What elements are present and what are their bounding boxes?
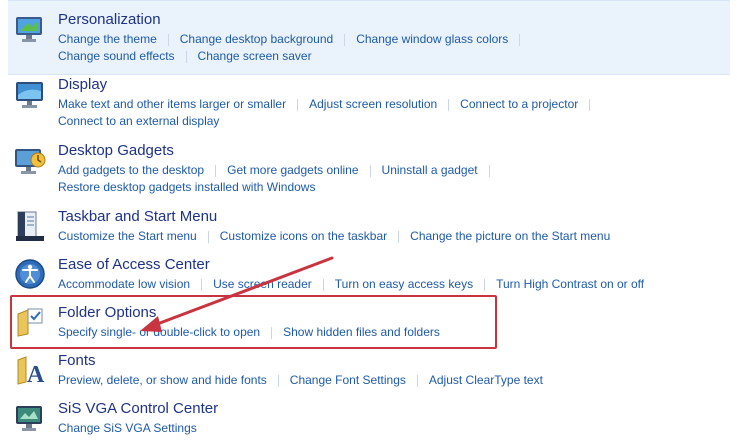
link-change-sis-vga-settings[interactable]: Change SiS VGA Settings bbox=[58, 421, 197, 435]
link-change-font-settings[interactable]: Change Font Settings bbox=[290, 373, 406, 387]
link-separator bbox=[167, 33, 169, 46]
link-separator bbox=[344, 33, 346, 46]
link-change-screen-saver[interactable]: Change screen saver bbox=[198, 49, 312, 63]
ease-of-access-icon[interactable] bbox=[14, 258, 46, 290]
link-easy-access-keys[interactable]: Turn on easy access keys bbox=[335, 277, 473, 291]
link-adjust-screen-resolution[interactable]: Adjust screen resolution bbox=[309, 97, 437, 111]
link-change-sound-effects[interactable]: Change sound effects bbox=[58, 49, 175, 63]
link-separator bbox=[398, 230, 400, 243]
category-display: Display Make text and other items larger… bbox=[8, 76, 730, 136]
link-separator bbox=[416, 374, 418, 387]
link-preview-delete-fonts[interactable]: Preview, delete, or show and hide fonts bbox=[58, 373, 267, 387]
ease-of-access-links: Accommodate low vision Use screen reader T… bbox=[58, 276, 644, 293]
category-taskbar-start-menu: Taskbar and Start Menu Customize the Sta… bbox=[8, 208, 730, 252]
link-uninstall-gadget[interactable]: Uninstall a gadget bbox=[382, 163, 478, 177]
category-personalization: Personalization Change the theme Change d… bbox=[8, 0, 730, 75]
link-separator bbox=[201, 278, 203, 291]
desktop-gadgets-title[interactable]: Desktop Gadgets bbox=[58, 142, 174, 159]
link-adjust-cleartype[interactable]: Adjust ClearType text bbox=[429, 373, 543, 387]
link-separator bbox=[207, 230, 209, 243]
fonts-links: Preview, delete, or show and hide fonts C… bbox=[58, 372, 543, 389]
sis-vga-icon[interactable] bbox=[14, 402, 46, 434]
link-get-more-gadgets[interactable]: Get more gadgets online bbox=[227, 163, 358, 177]
link-customize-start-menu[interactable]: Customize the Start menu bbox=[58, 229, 197, 243]
link-separator bbox=[519, 33, 521, 46]
link-separator bbox=[488, 164, 490, 177]
link-change-desktop-background[interactable]: Change desktop background bbox=[180, 32, 333, 46]
display-title[interactable]: Display bbox=[58, 76, 107, 93]
link-customize-taskbar-icons[interactable]: Customize icons on the taskbar bbox=[220, 229, 387, 243]
fonts-title[interactable]: Fonts bbox=[58, 352, 96, 369]
category-ease-of-access: Ease of Access Center Accommodate low vi… bbox=[8, 256, 730, 298]
link-separator bbox=[297, 98, 299, 111]
link-separator bbox=[369, 164, 371, 177]
link-separator bbox=[215, 164, 217, 177]
link-separator bbox=[448, 98, 450, 111]
link-restore-gadgets[interactable]: Restore desktop gadgets installed with W… bbox=[58, 180, 315, 194]
taskbar-start-menu-title[interactable]: Taskbar and Start Menu bbox=[58, 208, 217, 225]
link-high-contrast[interactable]: Turn High Contrast on or off bbox=[496, 277, 644, 291]
category-fonts: A Fonts Preview, delete, or show and hid… bbox=[8, 352, 730, 394]
desktop-gadgets-links: Add gadgets to the desktop Get more gadge… bbox=[58, 162, 501, 196]
link-connect-external-display[interactable]: Connect to an external display bbox=[58, 114, 219, 128]
link-separator bbox=[322, 278, 324, 291]
link-change-the-theme[interactable]: Change the theme bbox=[58, 32, 157, 46]
link-separator bbox=[589, 98, 591, 111]
monitor-paint-icon[interactable] bbox=[14, 13, 46, 45]
link-separator bbox=[484, 278, 486, 291]
category-desktop-gadgets: Desktop Gadgets Add gadgets to the deskt… bbox=[8, 142, 730, 202]
fonts-icon[interactable]: A bbox=[14, 354, 46, 388]
ease-of-access-title[interactable]: Ease of Access Center bbox=[58, 256, 210, 273]
display-links: Make text and other items larger or smal… bbox=[58, 96, 601, 130]
sis-vga-links: Change SiS VGA Settings bbox=[58, 420, 197, 437]
link-add-gadgets[interactable]: Add gadgets to the desktop bbox=[58, 163, 204, 177]
sis-vga-title[interactable]: SiS VGA Control Center bbox=[58, 400, 218, 417]
annotation-highlight-box bbox=[10, 295, 497, 349]
link-make-text-larger[interactable]: Make text and other items larger or smal… bbox=[58, 97, 286, 111]
link-change-start-menu-picture[interactable]: Change the picture on the Start menu bbox=[410, 229, 610, 243]
control-panel-category-list: Personalization Change the theme Change d… bbox=[0, 0, 737, 443]
link-accommodate-low-vision[interactable]: Accommodate low vision bbox=[58, 277, 190, 291]
gadgets-icon[interactable] bbox=[14, 145, 46, 177]
display-icon[interactable] bbox=[14, 79, 46, 111]
personalization-title[interactable]: Personalization bbox=[58, 11, 161, 28]
link-separator bbox=[277, 374, 279, 387]
taskbar-icon[interactable] bbox=[14, 210, 46, 242]
link-connect-to-projector[interactable]: Connect to a projector bbox=[460, 97, 578, 111]
link-use-screen-reader[interactable]: Use screen reader bbox=[213, 277, 312, 291]
link-change-window-glass-colors[interactable]: Change window glass colors bbox=[356, 32, 508, 46]
taskbar-links: Customize the Start menu Customize icons … bbox=[58, 228, 610, 245]
category-sis-vga: SiS VGA Control Center Change SiS VGA Se… bbox=[8, 400, 730, 442]
svg-text:A: A bbox=[27, 362, 45, 386]
link-separator bbox=[185, 50, 187, 63]
personalization-links: Change the theme Change desktop backgroun… bbox=[58, 31, 531, 65]
